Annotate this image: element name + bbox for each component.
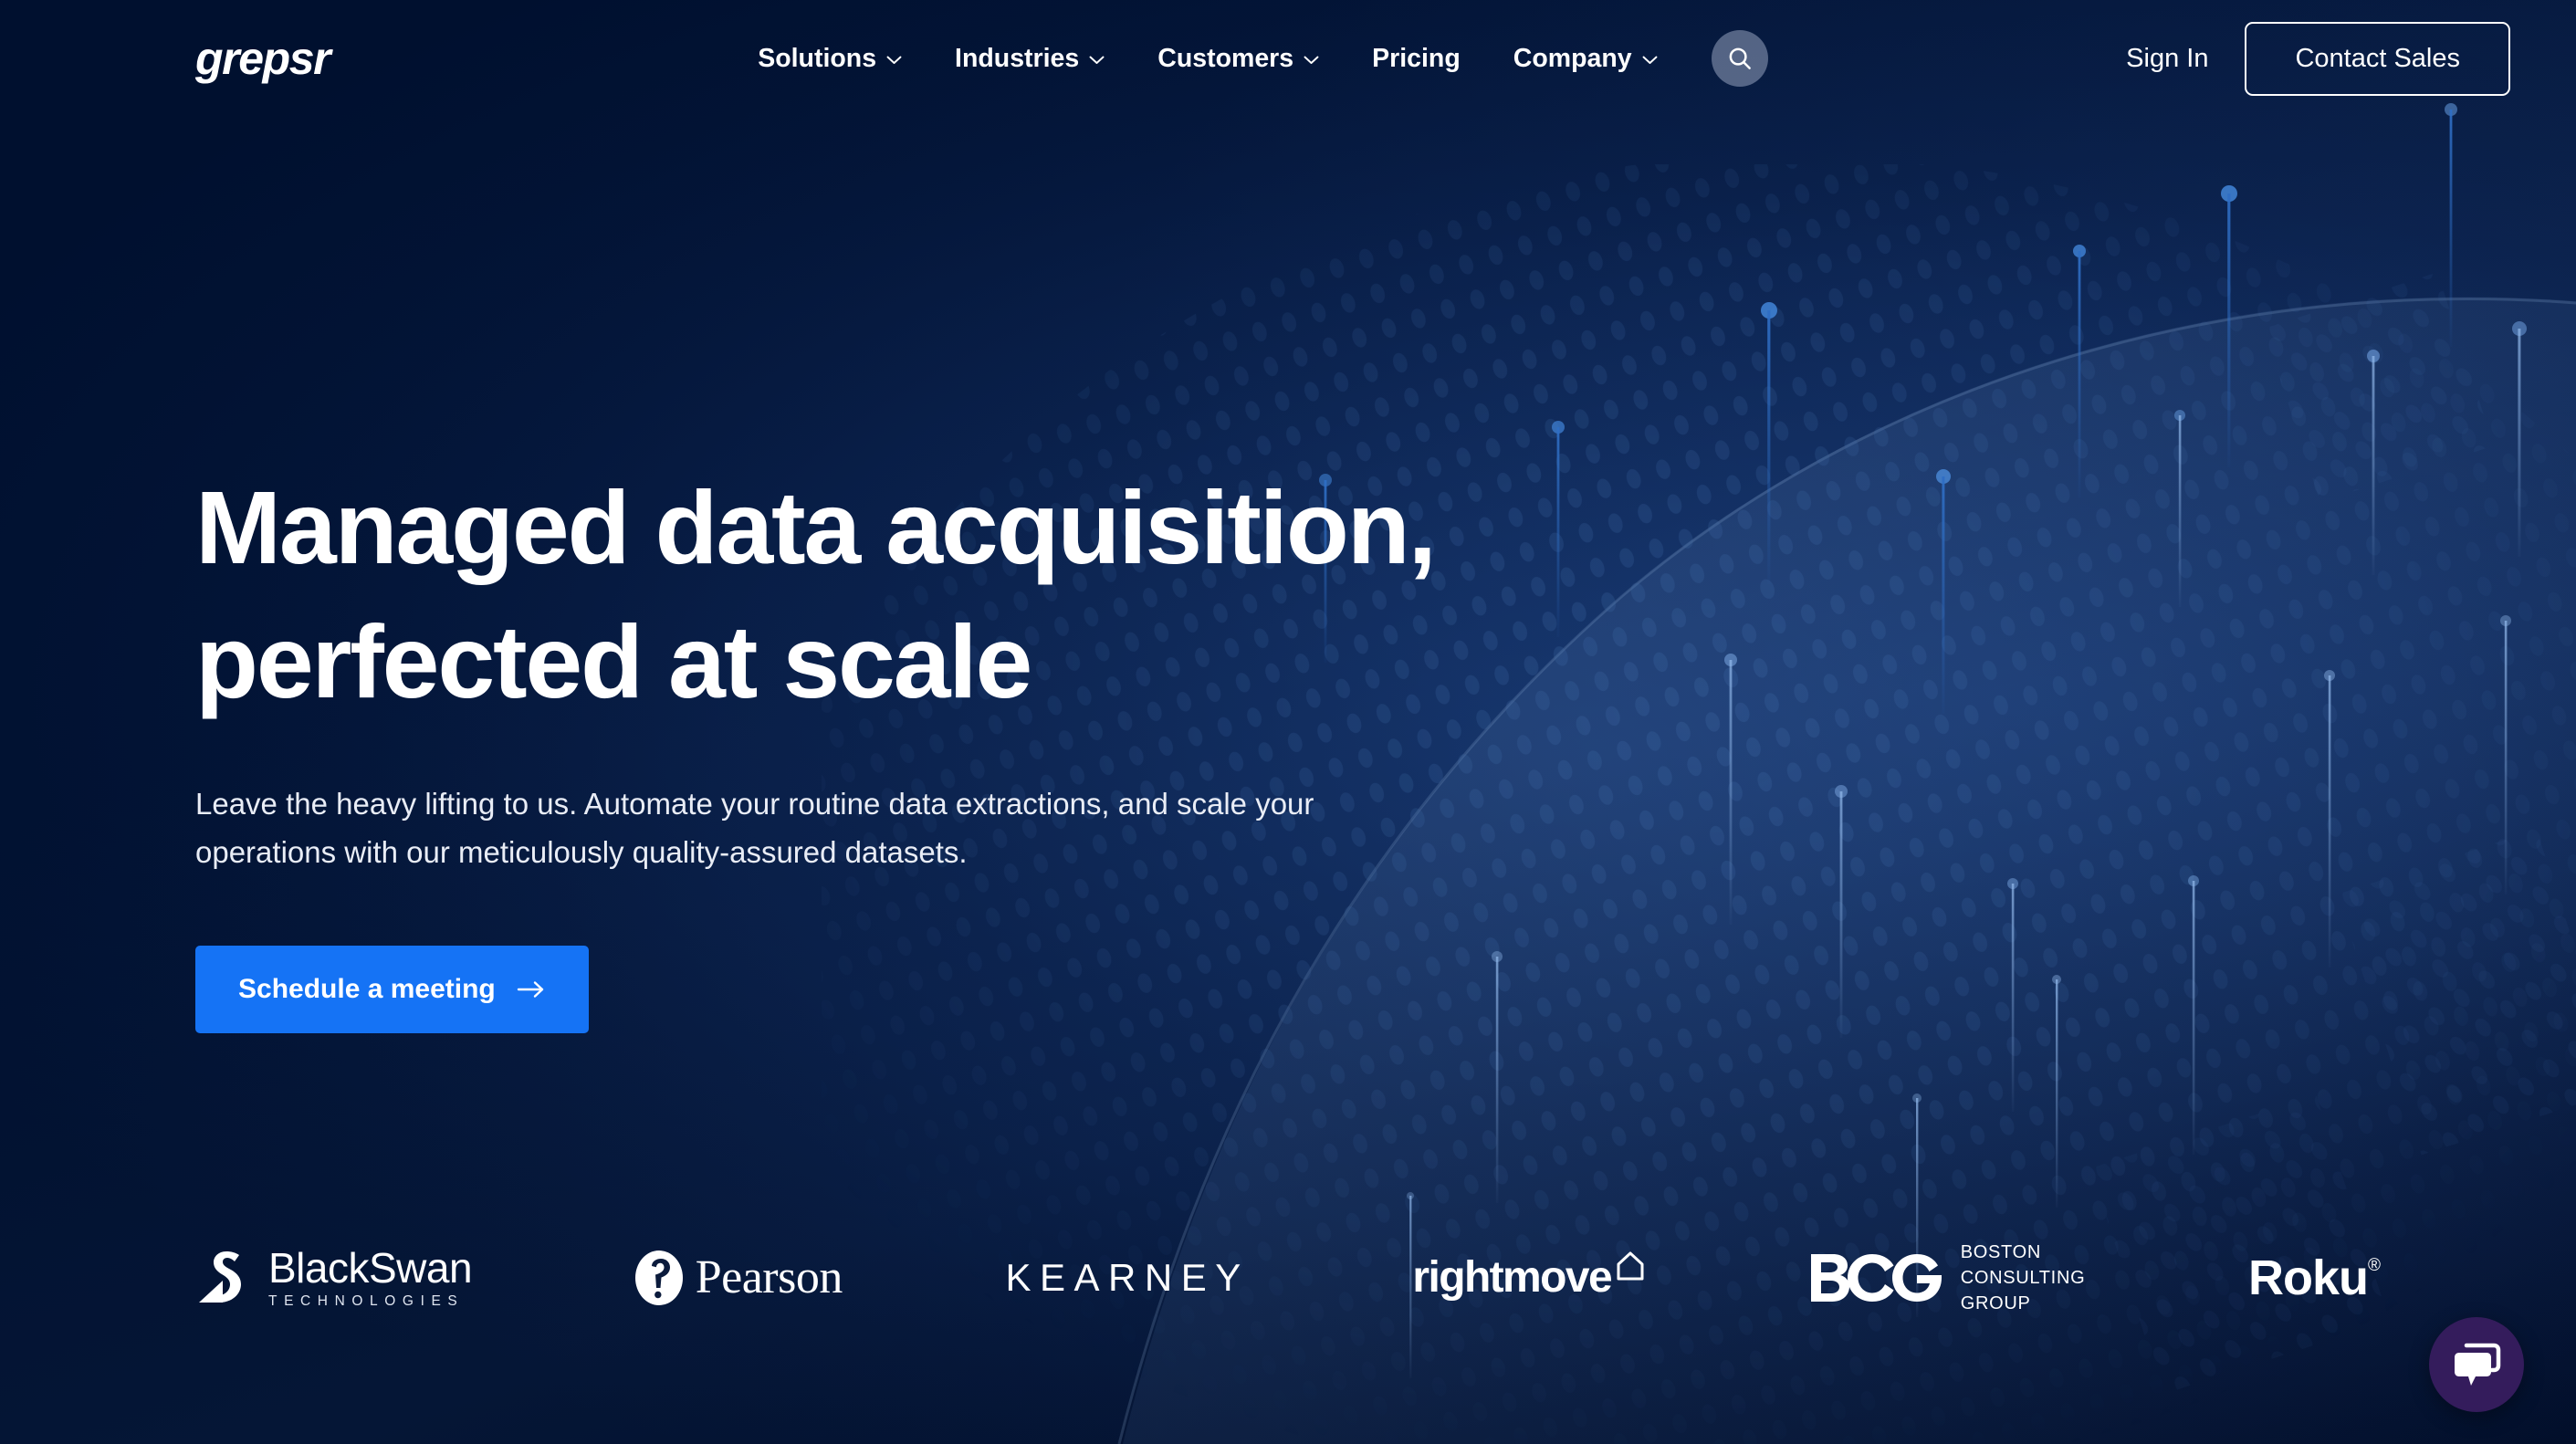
brand-logo[interactable]: grepsr — [195, 36, 331, 81]
schedule-meeting-button[interactable]: Schedule a meeting — [195, 945, 589, 1033]
headline-line-2: perfected at scale — [195, 603, 1032, 719]
sign-in-link[interactable]: Sign In — [2089, 44, 2245, 74]
page-title: Managed data acquisition, perfected at s… — [195, 461, 1437, 729]
nav-item-pricing[interactable]: Pricing — [1346, 44, 1487, 74]
bcg-line-1: BOSTON — [1960, 1241, 2041, 1262]
pearson-p-icon — [634, 1250, 683, 1305]
site-header: grepsr Solutions Industries Customers Pr… — [0, 0, 2576, 117]
chevron-down-icon — [1642, 56, 1658, 65]
nav-item-company[interactable]: Company — [1487, 44, 1684, 74]
bcg-line-2: CONSULTING — [1960, 1267, 2086, 1288]
nav-item-customers[interactable]: Customers — [1131, 44, 1346, 74]
blackswan-subtext: TECHNOLOGIES — [268, 1293, 465, 1310]
swan-icon — [195, 1250, 250, 1306]
client-logo-pearson[interactable]: Pearson — [634, 1223, 843, 1333]
cta-label: Schedule a meeting — [238, 973, 496, 1004]
client-logo-blackswan[interactable]: BlackSwan TECHNOLOGIES — [195, 1223, 473, 1333]
rightmove-wordmark: rightmove — [1412, 1253, 1612, 1302]
search-icon — [1726, 45, 1754, 72]
nav-label: Pricing — [1372, 43, 1461, 73]
nav-item-solutions[interactable]: Solutions — [731, 44, 928, 74]
house-icon — [1615, 1250, 1646, 1282]
client-logo-roku[interactable]: Roku ® — [2248, 1223, 2381, 1333]
chat-widget-button[interactable] — [2429, 1317, 2524, 1412]
client-logo-strip: BlackSwan TECHNOLOGIES Pearson KEARNEY r… — [195, 1223, 2381, 1333]
main-navigation: Solutions Industries Customers Pricing C… — [731, 30, 1768, 87]
header-actions: Sign In Contact Sales — [2089, 21, 2510, 96]
chevron-down-icon — [886, 56, 902, 65]
headline-line-1: Managed data acquisition, — [195, 470, 1437, 585]
roku-wordmark: Roku — [2248, 1250, 2369, 1305]
hero-section: Managed data acquisition, perfected at s… — [195, 0, 1437, 1033]
contact-sales-button[interactable]: Contact Sales — [2245, 21, 2510, 96]
blackswan-wordmark: BlackSwan — [268, 1244, 473, 1292]
chevron-down-icon — [1089, 56, 1105, 65]
kearney-wordmark: KEARNEY — [1005, 1256, 1250, 1299]
chevron-down-icon — [1304, 56, 1319, 65]
hero-subtitle: Leave the heavy lifting to us. Automate … — [195, 780, 1435, 877]
bcg-line-3: GROUP — [1960, 1292, 2031, 1313]
nav-label: Industries — [955, 43, 1080, 73]
nav-item-industries[interactable]: Industries — [928, 44, 1131, 74]
nav-label: Company — [1513, 43, 1632, 73]
chat-bubble-icon — [2452, 1342, 2501, 1387]
client-logo-rightmove[interactable]: rightmove — [1412, 1223, 1646, 1333]
client-logo-bcg[interactable]: BOSTON CONSULTING GROUP — [1809, 1223, 2086, 1333]
pearson-wordmark: Pearson — [695, 1251, 843, 1303]
page-root: grepsr Solutions Industries Customers Pr… — [0, 0, 2576, 1444]
nav-label: Solutions — [758, 43, 877, 73]
client-logo-kearney[interactable]: KEARNEY — [1006, 1223, 1250, 1333]
search-button[interactable] — [1711, 30, 1768, 87]
subtitle-line-2: operations with our meticulously quality… — [195, 835, 968, 870]
subtitle-line-1: Leave the heavy lifting to us. Automate … — [195, 786, 1314, 821]
bcg-monogram-icon — [1809, 1252, 1944, 1303]
nav-label: Customers — [1157, 43, 1294, 73]
registered-trademark-icon: ® — [2368, 1256, 2381, 1275]
arrow-right-icon — [517, 979, 546, 999]
